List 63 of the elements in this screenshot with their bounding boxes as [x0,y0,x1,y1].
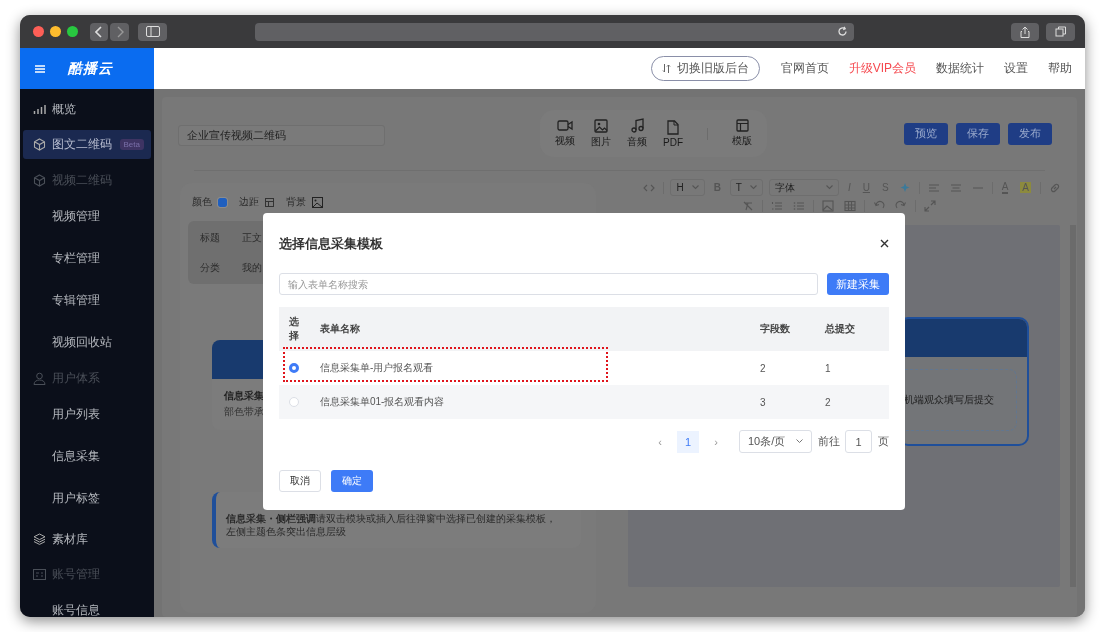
card-text: 信息采集・侧栏强调请双击模块或插入后往弹窗中选择已创建的采集模板， [226,512,557,525]
table-cell: 信息采集单01-报名观看内容 [320,396,445,407]
search-field[interactable]: 输入表单名称搜索 [279,273,818,295]
sidebar-item[interactable]: 概览 [23,89,151,129]
field-label: 颜色 [192,195,212,209]
action-button[interactable]: 发布 [1008,122,1052,145]
column-header: 表单名称 [320,322,360,336]
nav-link[interactable]: 官网首页 [780,60,829,77]
block-tab[interactable]: 我的 [242,260,262,275]
table-cell: 2 [760,362,766,374]
insert-template-tool[interactable]: 模版 [724,119,760,148]
confirm-button[interactable]: 确定 [331,470,373,492]
table-cell: 1 [825,362,831,374]
previous-page-button[interactable]: ‹ [649,430,671,453]
dialog-title: 选择信息采集模板 [279,235,383,253]
nav-link[interactable]: 帮助 [1048,60,1072,77]
switch-version-button[interactable]: 切换旧版后台 [650,56,760,81]
new-collection-button[interactable]: 新建采集 [827,273,889,295]
table-cell: 信息采集单-用户报名观看 [320,362,434,373]
insert-pdf-tool[interactable]: PDF [655,119,691,148]
font-select[interactable]: 字体 [768,179,839,196]
sidebar-item[interactable]: 信息采集 [23,435,151,477]
insert-image-tool[interactable]: 图片 [583,118,619,149]
heading-select[interactable]: H [670,179,705,196]
goto-label: 前往 [818,434,840,449]
title-field[interactable]: 企业宣传视频二维码 [178,125,385,146]
page-input[interactable]: 1 [845,430,872,453]
page-unit-label: 页 [878,434,889,449]
page-size-select[interactable]: 10条/页 [739,430,812,453]
action-button[interactable]: 预览 [904,122,948,145]
card-title: 信息采集 [224,389,264,403]
card-text: 左侧主题色条突出信息层级 [226,525,347,538]
nav-link[interactable]: 升级VIP会员 [848,60,916,77]
column-header: 字段数 [760,322,790,336]
block-tab[interactable]: 标题 [200,230,220,245]
size-select[interactable]: T [729,179,763,196]
card-text: 机端观众填写后提交 [904,393,994,407]
next-page-button[interactable]: › [705,430,727,453]
table-cell: 2 [825,396,831,408]
sidebar-item[interactable]: 账号管理 [23,559,151,589]
sidebar-item[interactable]: 素材库 [23,519,151,559]
sidebar-item[interactable]: 账号信息 [23,589,151,617]
insert-video-tool[interactable]: 视频 [547,119,583,148]
column-header: 总提交 [825,322,855,336]
sidebar-item[interactable]: 视频管理 [23,195,151,237]
action-button[interactable]: 保存 [956,122,1000,145]
sidebar-item[interactable]: 用户列表 [23,393,151,435]
insert-audio-tool[interactable]: 音频 [619,118,655,149]
sidebar-item[interactable]: 用户标签 [23,477,151,519]
sidebar-item[interactable]: 专辑管理 [23,279,151,321]
nav-link[interactable]: 设置 [1004,60,1028,77]
field-label: 边距 [239,195,259,209]
sidebar-item[interactable]: 专栏管理 [23,237,151,279]
page-button[interactable]: 1 [677,430,699,453]
field-label: 背景 [286,195,306,209]
nav-link[interactable]: 数据统计 [936,60,984,77]
cancel-button[interactable]: 取消 [279,470,321,492]
sidebar-item[interactable]: 视频回收站 [23,321,151,363]
sidebar-item[interactable]: 用户体系 [23,363,151,393]
column-header: 选择 [289,315,299,343]
app-logo: 酷播云 [68,59,113,78]
table-cell: 3 [760,396,766,408]
card-text: 部色带承 [224,405,264,419]
